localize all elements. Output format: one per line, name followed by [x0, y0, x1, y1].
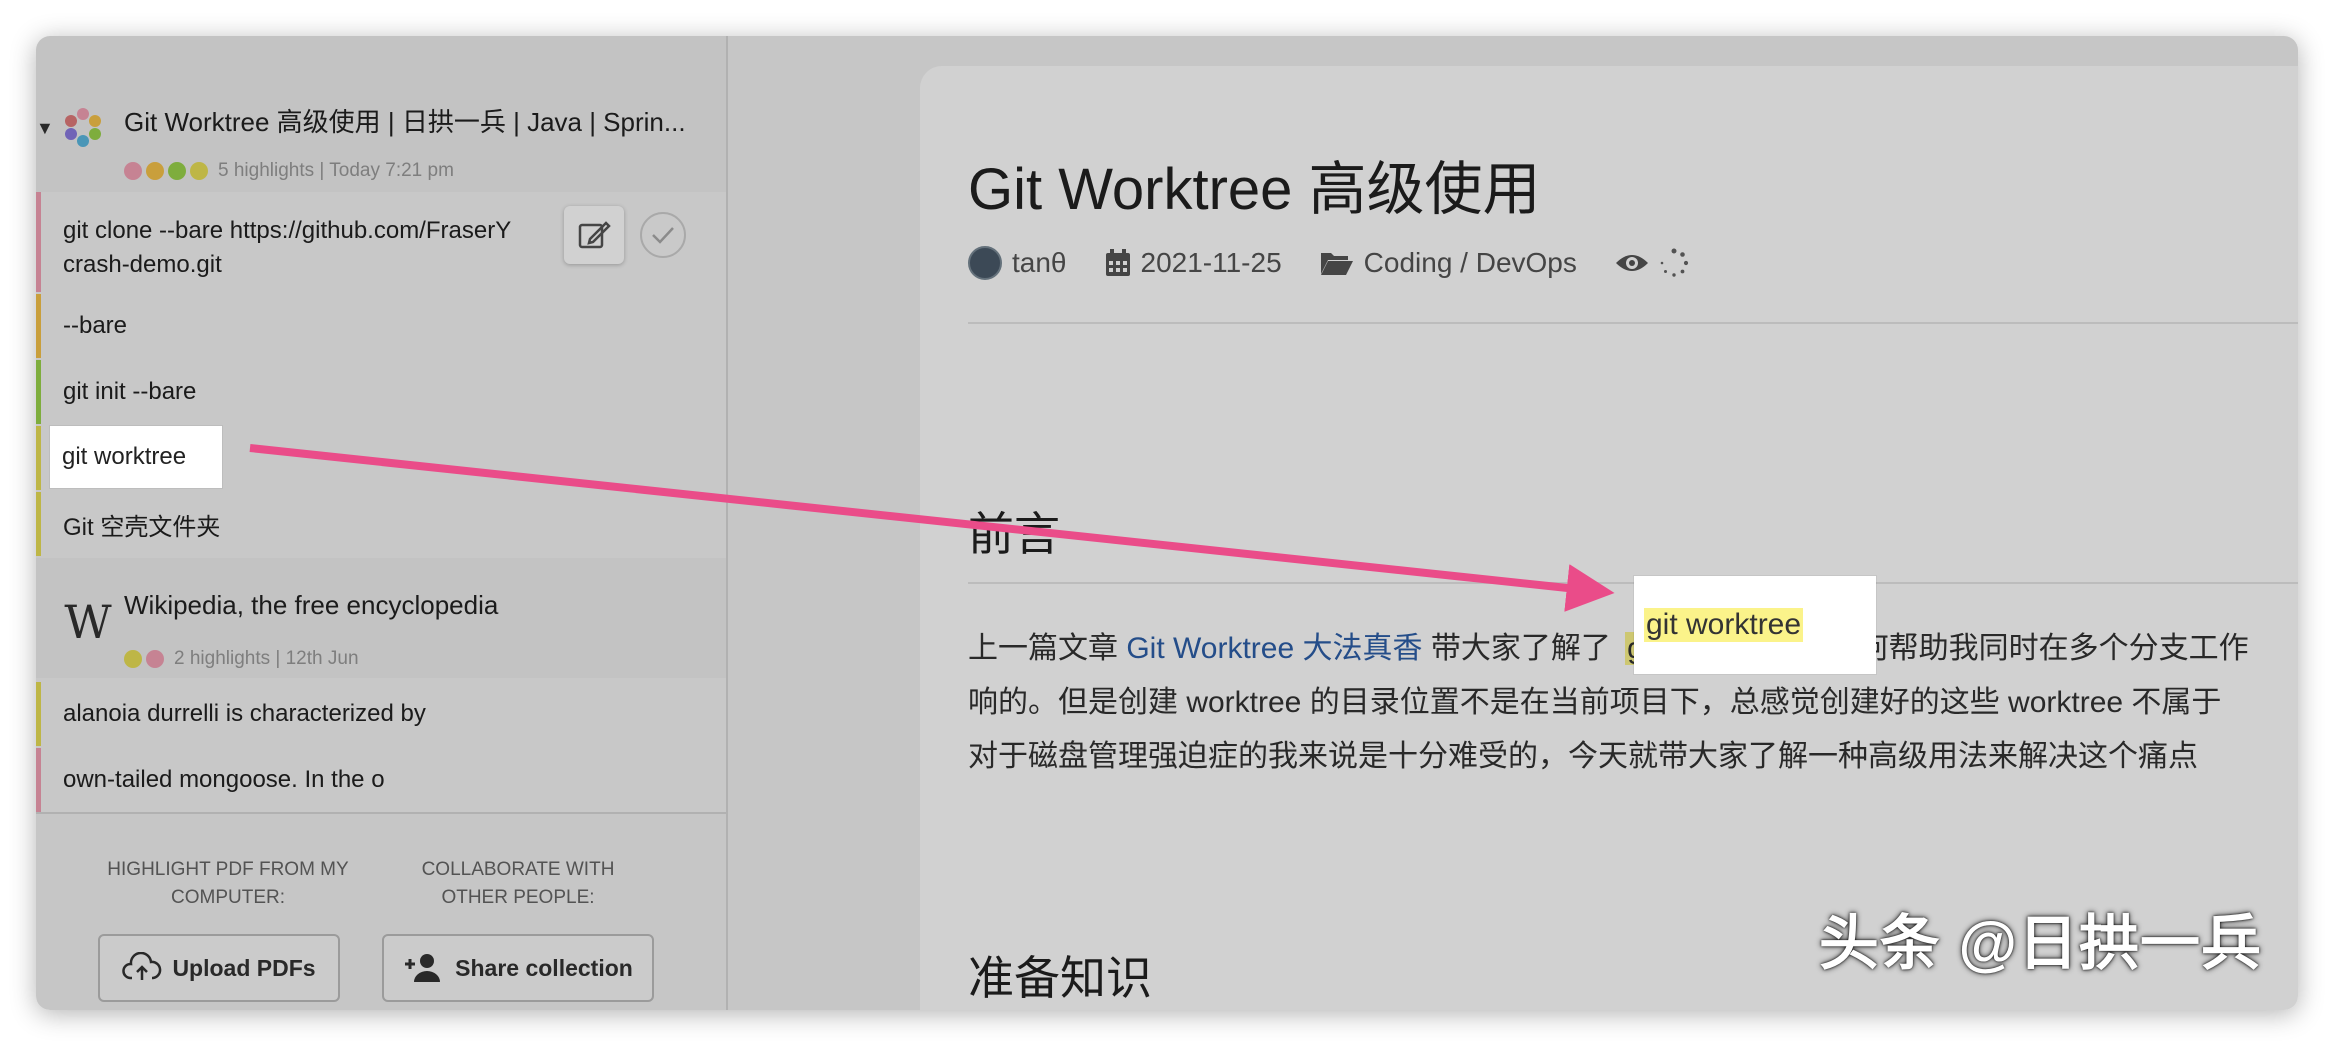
highlight-text-line: crash-demo.git [63, 251, 222, 278]
category[interactable]: Coding / DevOps [1320, 247, 1577, 279]
highlight-text: Git 空壳文件夹 [63, 513, 221, 541]
app-window: ▼ Git Worktree 高级使用 | 日拱一兵 | Java | Spri… [36, 36, 2298, 1010]
wikipedia-icon: W [64, 595, 112, 649]
paragraph-text: 带大家了解了 [1422, 632, 1620, 665]
color-dot [146, 162, 164, 180]
section-heading: 准备知识 [968, 952, 1152, 1004]
collection-header[interactable]: ▼ Git Worktree 高级使用 | 日拱一兵 | Java | Spri… [36, 36, 726, 192]
publish-date: 2021-11-25 [1105, 247, 1282, 279]
article-paragraph: 上一篇文章 Git Worktree 大法真香 带大家了解了 git workt… [968, 622, 2298, 784]
highlight-text: alanoia durrelli is characterized by [63, 700, 426, 727]
highlight-item[interactable]: own-tailed mongoose. In the o [36, 748, 726, 812]
paragraph-line: 上一篇文章 Git Worktree 大法真香 带大家了解了 git workt… [968, 622, 2298, 676]
date-text: 2021-11-25 [1140, 247, 1282, 278]
edit-note-button[interactable] [564, 206, 624, 264]
loading-spinner-icon [1660, 248, 1688, 277]
avatar [968, 246, 1002, 280]
color-dot [146, 650, 164, 668]
cloud-upload-icon [122, 952, 162, 980]
article-link[interactable]: Git Worktree 大法真香 [1126, 632, 1422, 665]
collection-meta: 2 highlights | 12th Jun [124, 648, 359, 670]
article-meta: tanθ 2021-11-25 Coding / DevOps [968, 246, 1689, 280]
category-text: Coding / DevOps [1363, 247, 1577, 278]
collaborate-label: COLLABORATE WITH OTHER PEOPLE: [421, 859, 615, 908]
upload-pdfs-button[interactable]: Upload PDFs [98, 934, 340, 1002]
sidebar-footer: HIGHLIGHT PDF FROM MY COMPUTER: COLLABOR… [36, 812, 726, 1010]
calendar-icon [1105, 249, 1130, 276]
highlight-count: 5 highlights | Today 7:21 pm [218, 160, 454, 181]
article-card: Git Worktree 高级使用 tanθ 2021-11-25 Coding… [920, 66, 2298, 1010]
highlight-item[interactable]: --bare [36, 294, 726, 358]
highlight-text: git worktree [62, 443, 187, 470]
collection-header[interactable]: W Wikipedia, the free encyclopedia 2 hig… [36, 558, 726, 678]
highlight-text: --bare [63, 312, 128, 339]
highlight-tools [564, 206, 686, 264]
article-title: Git Worktree 高级使用 [968, 157, 1541, 222]
author[interactable]: tanθ [968, 246, 1067, 280]
color-dot [124, 162, 142, 180]
divider [968, 322, 2298, 324]
color-dot [168, 162, 186, 180]
folder-open-icon [1320, 253, 1353, 275]
focused-article-highlight[interactable]: git worktree [1634, 576, 1876, 674]
collection-title[interactable]: Git Worktree 高级使用 | 日拱一兵 | Java | Sprin.… [124, 102, 686, 139]
focused-highlight-card[interactable]: git worktree [50, 426, 222, 488]
site-logo-icon [65, 108, 101, 147]
share-collection-label: Share collection [455, 954, 633, 981]
text-highlight: git worktree [1644, 608, 1804, 642]
paragraph-line: 响的。但是创建 worktree 的目录位置不是在当前项目下，总感觉创建好的这些… [968, 686, 2222, 719]
add-person-icon [405, 954, 441, 982]
highlight-count: 2 highlights | 12th Jun [174, 648, 359, 669]
paragraph-text: 上一篇文章 [968, 632, 1127, 665]
highlights-sidebar: ▼ Git Worktree 高级使用 | 日拱一兵 | Java | Spri… [36, 36, 728, 1010]
highlight-text: git clone --bare https://github.com/Fras… [63, 214, 511, 282]
author-name: tanθ [1012, 247, 1067, 278]
collection-meta: 5 highlights | Today 7:21 pm [124, 160, 454, 182]
collapse-caret-icon[interactable]: ▼ [36, 118, 54, 139]
section-heading: 前言 [968, 508, 1060, 560]
divider [968, 582, 2298, 584]
eye-icon [1615, 255, 1648, 271]
paragraph-line: 对于磁盘管理强迫症的我来说是十分难受的，今天就带大家了解一种高级用法来解决这个痛… [968, 740, 2198, 773]
highlight-item[interactable]: Git 空壳文件夹 [36, 492, 726, 556]
view-count [1615, 248, 1689, 278]
highlight-text-line: git clone --bare https://github.com/Fras… [63, 217, 512, 244]
share-collection-button[interactable]: Share collection [382, 934, 654, 1002]
highlight-text: git init --bare [63, 378, 197, 405]
watermark: 头条 @日拱一兵 [1818, 910, 2262, 977]
color-dot [124, 650, 142, 668]
color-dot [190, 162, 208, 180]
highlight-item[interactable]: git clone --bare https://github.com/Fras… [36, 192, 726, 292]
upload-label: HIGHLIGHT PDF FROM MY COMPUTER: [107, 859, 349, 908]
upload-pdfs-label: Upload PDFs [172, 954, 316, 981]
check-icon [652, 227, 674, 244]
highlight-text: own-tailed mongoose. In the o [63, 766, 385, 793]
highlight-item[interactable]: git init --bare [36, 360, 726, 424]
highlight-item[interactable]: alanoia durrelli is characterized by [36, 682, 726, 746]
mark-done-button[interactable] [640, 212, 686, 258]
collection-title[interactable]: Wikipedia, the free encyclopedia [124, 590, 498, 621]
edit-icon [578, 221, 611, 249]
